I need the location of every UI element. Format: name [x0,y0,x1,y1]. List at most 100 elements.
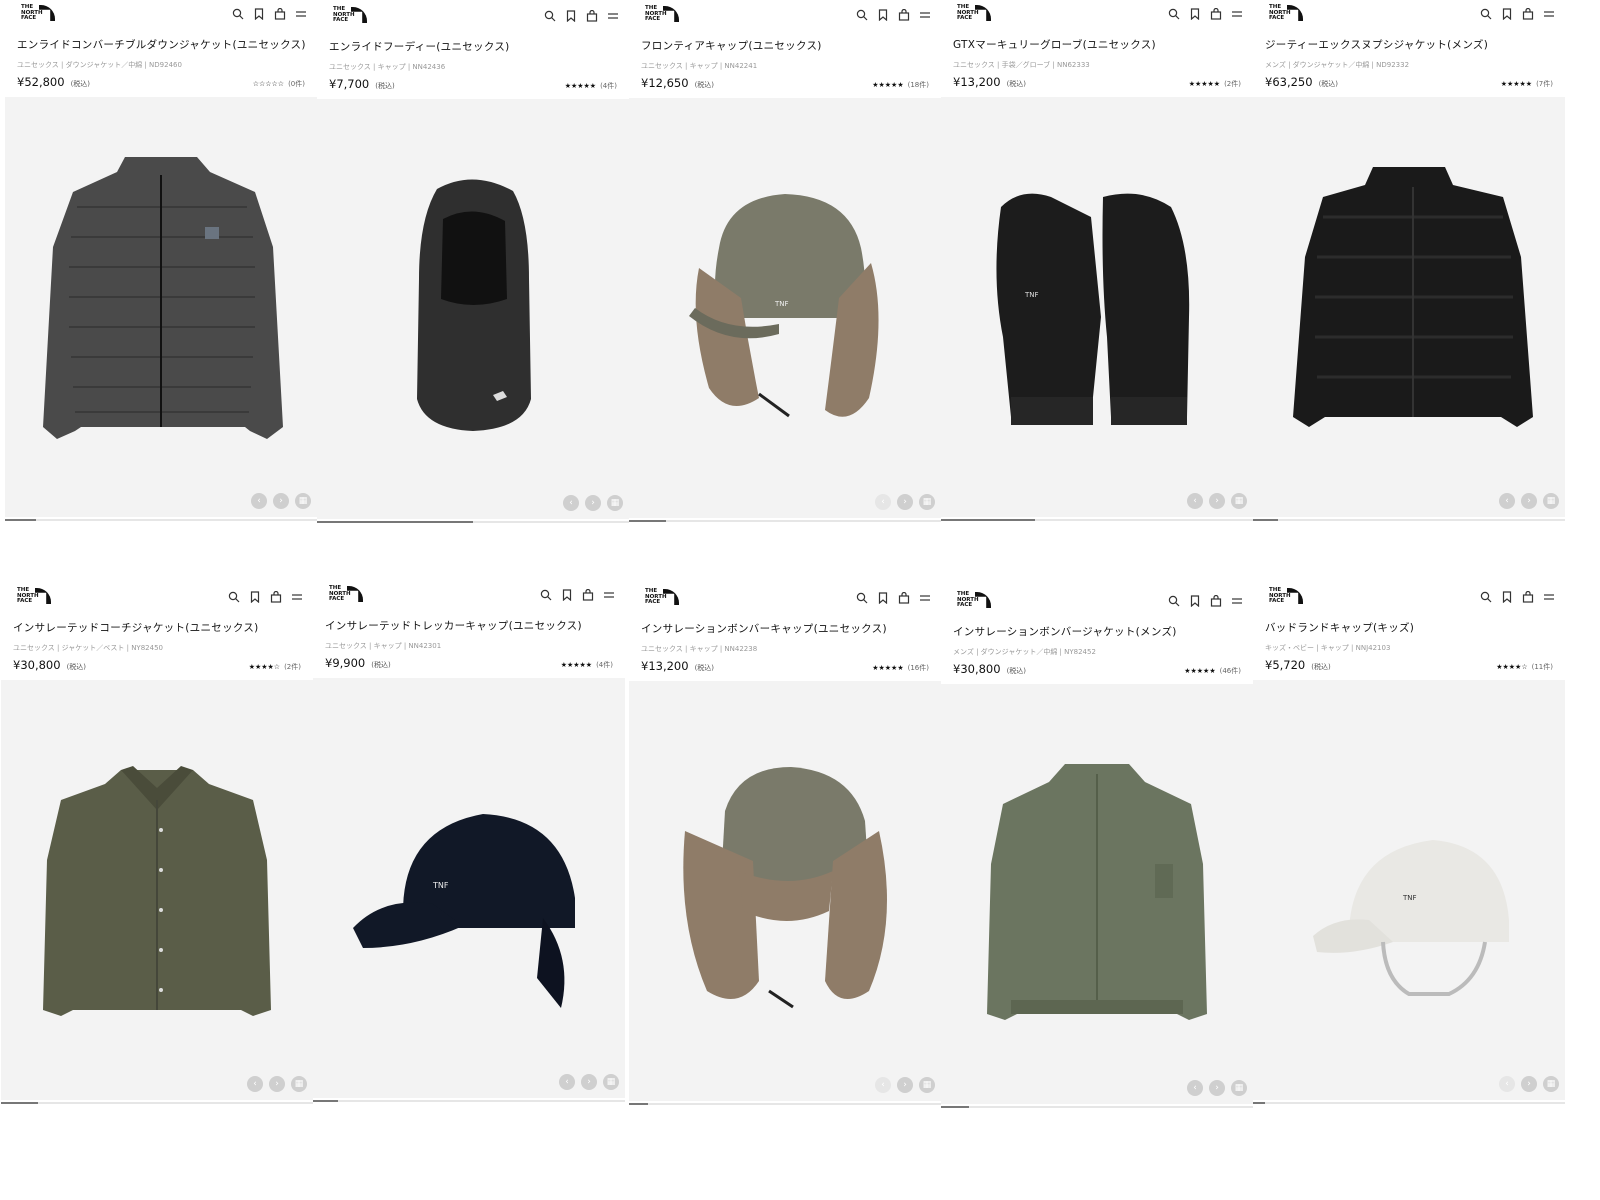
prev-image-button[interactable]: ‹ [1499,1076,1515,1092]
product-card[interactable]: THE NORTH FACE ジーティーエックスヌプシジャケット(メンズ) メンズ … [1253,1,1565,521]
prev-image-button[interactable]: ‹ [563,495,579,511]
search-icon[interactable] [232,5,244,20]
product-title[interactable]: ジーティーエックスヌプシジャケット(メンズ) [1265,37,1553,52]
brand-logo[interactable]: THE NORTH FACE [953,4,991,22]
product-rating[interactable]: ★★★★★ (2件) [1189,79,1241,89]
grid-view-button[interactable]: ▦ [919,494,935,510]
product-image[interactable]: ‹ › ▦ [1253,97,1565,517]
product-card[interactable]: THE NORTH FACE インサレーションボンバーキャップ(ユニセックス) ユニ… [629,585,941,1105]
next-image-button[interactable]: › [897,1077,913,1093]
bookmark-icon[interactable] [253,5,265,21]
prev-image-button[interactable]: ‹ [875,1077,891,1093]
product-image[interactable]: ‹ › ▦ [1,680,313,1100]
next-image-button[interactable]: › [585,495,601,511]
brand-logo[interactable]: THE NORTH FACE [17,4,55,22]
product-title[interactable]: エンライドフーディー(ユニセックス) [329,39,617,54]
product-rating[interactable]: ★★★★☆ (2件) [249,662,301,672]
menu-icon[interactable] [1543,588,1555,600]
prev-image-button[interactable]: ‹ [1187,1080,1203,1096]
product-card[interactable]: THE NORTH FACE GTXマーキュリーグローブ(ユニセックス) ユニセック… [941,1,1253,521]
brand-logo[interactable]: THE NORTH FACE [1265,587,1303,605]
bookmark-icon[interactable] [1189,5,1201,21]
grid-view-button[interactable]: ▦ [1543,493,1559,509]
product-rating[interactable]: ★★★★★ (46件) [1184,666,1241,676]
next-image-button[interactable]: › [897,494,913,510]
menu-icon[interactable] [607,7,619,19]
cart-icon[interactable] [582,586,594,601]
product-rating[interactable]: ★★★★☆ (11件) [1496,662,1553,672]
prev-image-button[interactable]: ‹ [251,493,267,509]
product-rating[interactable]: ★★★★★ (7件) [1501,79,1553,89]
next-image-button[interactable]: › [1521,1076,1537,1092]
brand-logo[interactable]: THE NORTH FACE [13,587,51,605]
next-image-button[interactable]: › [269,1076,285,1092]
bookmark-icon[interactable] [1501,5,1513,21]
product-image[interactable]: TNF ‹ › ▦ [313,678,625,1098]
menu-icon[interactable] [603,586,615,598]
product-rating[interactable]: ★★★★★ (16件) [872,663,929,673]
next-image-button[interactable]: › [1209,1080,1225,1096]
product-image[interactable]: ‹ › ▦ [5,97,317,517]
product-image[interactable]: ‹ › ▦ [629,681,941,1101]
search-icon[interactable] [544,7,556,22]
product-rating[interactable]: ★★★★★ (4件) [561,660,613,670]
product-title[interactable]: インサレーションボンバーキャップ(ユニセックス) [641,621,929,636]
product-rating[interactable]: ☆☆☆☆☆ (0件) [253,79,305,89]
product-image[interactable]: TNF ‹ › ▦ [941,97,1253,517]
next-image-button[interactable]: › [1521,493,1537,509]
search-icon[interactable] [1480,588,1492,603]
bookmark-icon[interactable] [565,7,577,23]
product-image[interactable]: TNF ‹ › ▦ [1253,680,1565,1100]
next-image-button[interactable]: › [273,493,289,509]
grid-view-button[interactable]: ▦ [603,1074,619,1090]
product-title[interactable]: インサレーションボンバージャケット(メンズ) [953,624,1241,639]
search-icon[interactable] [1480,5,1492,20]
product-card[interactable]: THE NORTH FACE フロンティアキャップ(ユニセックス) ユニセックス |… [629,2,941,522]
menu-icon[interactable] [919,6,931,18]
brand-logo[interactable]: THE NORTH FACE [329,6,367,24]
bookmark-icon[interactable] [561,586,573,602]
brand-logo[interactable]: THE NORTH FACE [641,588,679,606]
product-title[interactable]: エンライドコンバーチブルダウンジャケット(ユニセックス) [17,37,305,52]
bookmark-icon[interactable] [877,6,889,22]
product-title[interactable]: フロンティアキャップ(ユニセックス) [641,38,929,53]
grid-view-button[interactable]: ▦ [291,1076,307,1092]
search-icon[interactable] [540,586,552,601]
search-icon[interactable] [856,6,868,21]
cart-icon[interactable] [898,6,910,21]
product-title[interactable]: GTXマーキュリーグローブ(ユニセックス) [953,37,1241,52]
bookmark-icon[interactable] [1501,588,1513,604]
prev-image-button[interactable]: ‹ [1187,493,1203,509]
cart-icon[interactable] [1522,5,1534,20]
menu-icon[interactable] [1543,5,1555,17]
next-image-button[interactable]: › [1209,493,1225,509]
grid-view-button[interactable]: ▦ [295,493,311,509]
product-card[interactable]: THE NORTH FACE バッドランドキャップ(キッズ) キッズ・ベビー | キ… [1253,584,1565,1104]
product-card[interactable]: THE NORTH FACE エンライドフーディー(ユニセックス) ユニセックス |… [317,3,629,523]
grid-view-button[interactable]: ▦ [1231,493,1247,509]
brand-logo[interactable]: THE NORTH FACE [1265,4,1303,22]
cart-icon[interactable] [586,7,598,22]
grid-view-button[interactable]: ▦ [1231,1080,1247,1096]
product-card[interactable]: THE NORTH FACE インサレーテッドコーチジャケット(ユニセックス) ユニ… [1,584,313,1104]
brand-logo[interactable]: THE NORTH FACE [325,585,363,603]
product-card[interactable]: THE NORTH FACE インサレーテッドトレッカーキャップ(ユニセックス) ユ… [313,582,625,1102]
prev-image-button[interactable]: ‹ [559,1074,575,1090]
product-image[interactable]: ‹ › ▦ [941,684,1253,1104]
product-title[interactable]: バッドランドキャップ(キッズ) [1265,620,1553,635]
brand-logo[interactable]: THE NORTH FACE [953,591,991,609]
prev-image-button[interactable]: ‹ [1499,493,1515,509]
next-image-button[interactable]: › [581,1074,597,1090]
grid-view-button[interactable]: ▦ [607,495,623,511]
product-title[interactable]: インサレーテッドトレッカーキャップ(ユニセックス) [325,618,613,633]
cart-icon[interactable] [274,5,286,20]
menu-icon[interactable] [1231,592,1243,604]
product-card[interactable]: THE NORTH FACE エンライドコンバーチブルダウンジャケット(ユニセックス… [5,1,317,521]
cart-icon[interactable] [270,588,282,603]
bookmark-icon[interactable] [249,588,261,604]
bookmark-icon[interactable] [877,589,889,605]
product-image[interactable]: TNF ‹ › ▦ [629,98,941,518]
cart-icon[interactable] [898,589,910,604]
grid-view-button[interactable]: ▦ [919,1077,935,1093]
menu-icon[interactable] [919,589,931,601]
